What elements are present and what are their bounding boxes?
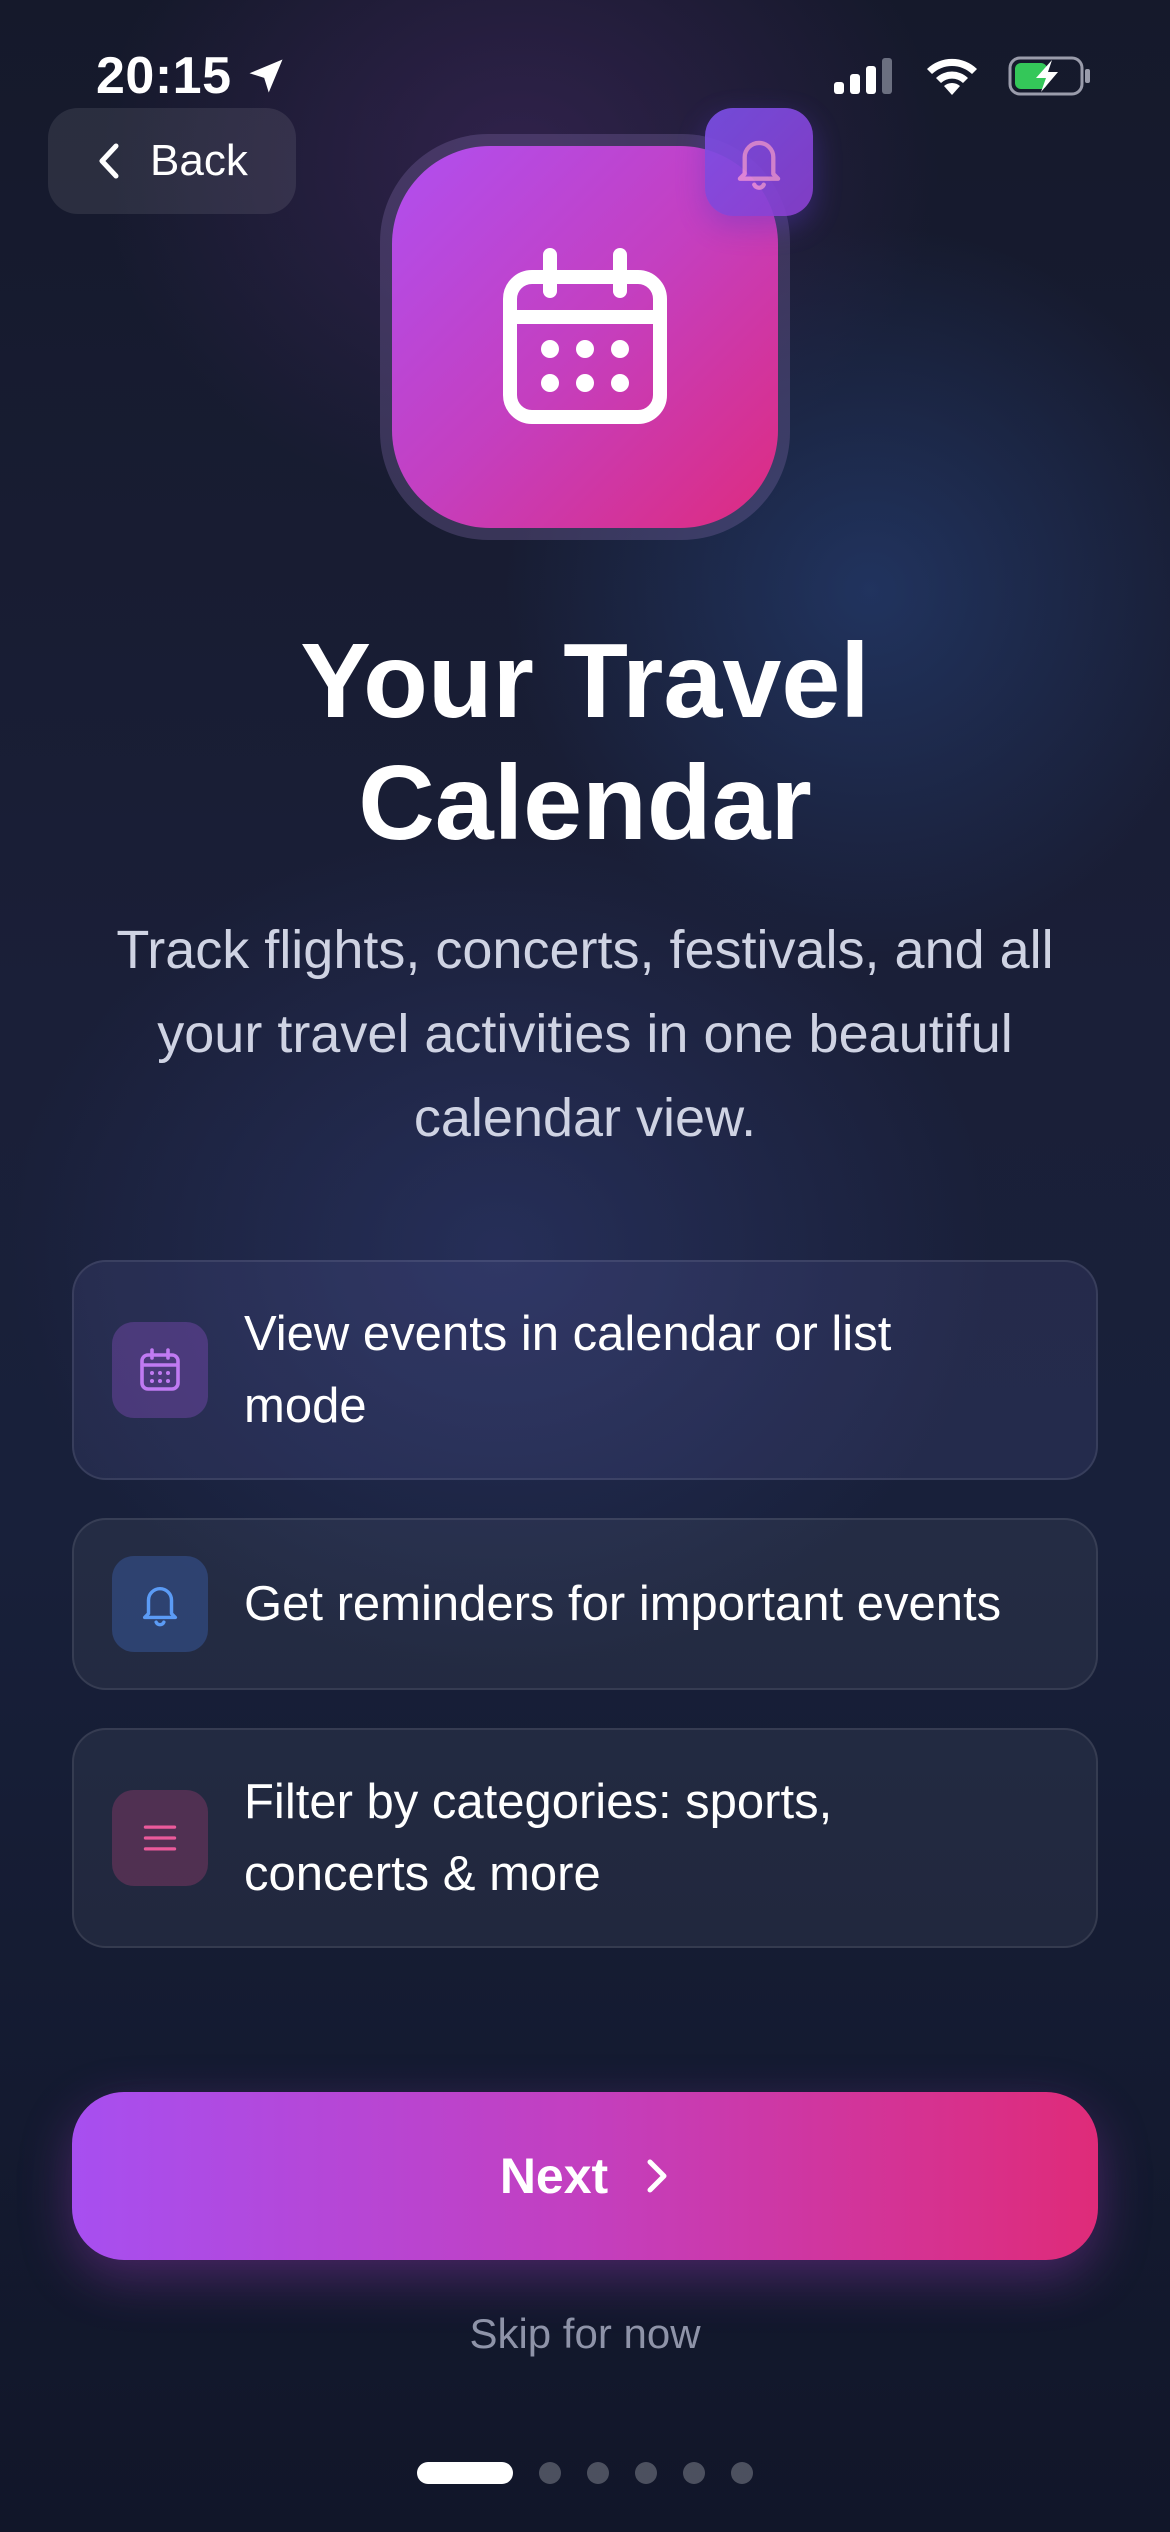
- status-bar-time: 20:15: [96, 46, 288, 106]
- back-label: Back: [150, 136, 248, 185]
- page-dot-active[interactable]: [417, 2462, 513, 2484]
- cellular-signal-icon: [834, 58, 892, 94]
- feature-text: View events in calendar or list mode: [244, 1307, 892, 1433]
- notification-badge: [705, 108, 813, 216]
- bell-icon: [737, 140, 781, 190]
- calendar-icon: [140, 1348, 180, 1391]
- battery-charging-icon: [1008, 56, 1090, 96]
- chevron-left-icon: [99, 143, 119, 179]
- page-title: Your Travel Calendar: [300, 622, 870, 862]
- feature-icon-tile: [112, 1322, 208, 1418]
- location-arrow-icon: [249, 59, 282, 93]
- page-dot[interactable]: [731, 2462, 753, 2484]
- page-dot[interactable]: [635, 2462, 657, 2484]
- feature-icon-tile: [112, 1556, 208, 1652]
- menu-icon: [143, 1825, 177, 1851]
- page-dot[interactable]: [539, 2462, 561, 2484]
- chevron-right-icon: [647, 2159, 667, 2193]
- skip-link[interactable]: Skip for now: [0, 2310, 1170, 2358]
- feature-text: Filter by categories: sports, concerts &…: [244, 1775, 833, 1901]
- page-subtitle: Track flights, concerts, festivals, and …: [116, 920, 1054, 1148]
- page-dot[interactable]: [587, 2462, 609, 2484]
- status-bar-indicators: [834, 54, 1092, 98]
- time-label: 20:15: [96, 47, 232, 105]
- page-indicator: [0, 2462, 1170, 2484]
- next-button[interactable]: Next: [72, 2092, 1098, 2260]
- page-dot[interactable]: [683, 2462, 705, 2484]
- feature-icon-tile: [112, 1790, 208, 1886]
- feature-text: Get reminders for important events: [244, 1577, 1002, 1631]
- feature-card-reminders: Get reminders for important events: [72, 1518, 1098, 1690]
- feature-card-calendar: View events in calendar or list mode: [72, 1260, 1098, 1480]
- wifi-icon: [927, 58, 977, 95]
- next-label: Next: [499, 2148, 609, 2204]
- back-button[interactable]: Back: [48, 108, 296, 214]
- bell-icon: [142, 1587, 178, 1627]
- feature-card-filter: Filter by categories: sports, concerts &…: [72, 1728, 1098, 1948]
- calendar-icon: [503, 248, 667, 424]
